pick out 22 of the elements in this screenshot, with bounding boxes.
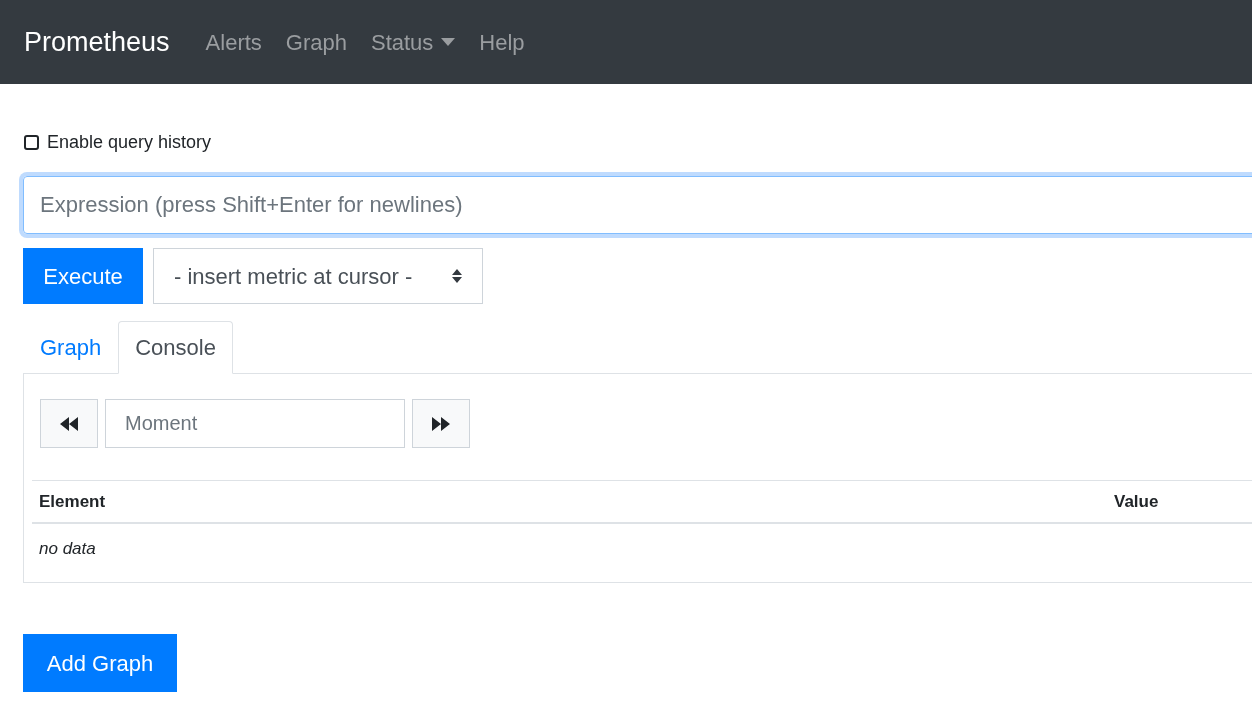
moment-field[interactable]: Moment (105, 399, 405, 448)
nav-link[interactable]: Alerts (205, 25, 262, 59)
caret-icon (441, 38, 456, 46)
nav-dropdown[interactable]: Status (371, 25, 456, 59)
nav-link[interactable]: Graph (285, 25, 347, 59)
nav-link[interactable]: Help (479, 25, 525, 59)
tab[interactable]: Graph (23, 321, 119, 374)
back-button[interactable] (40, 399, 98, 448)
rewind-icon (60, 416, 78, 431)
checkbox-label: Enable query history (47, 131, 212, 154)
column-header: Element (39, 490, 107, 513)
empty-message: no data (39, 539, 96, 558)
column-header: Value (1114, 490, 1159, 513)
metric-select[interactable]: - insert metric at cursor - (153, 248, 483, 304)
tab[interactable]: Console (118, 321, 233, 374)
brand-link[interactable]: Prometheus (24, 21, 170, 63)
add-graph-button[interactable]: Add Graph (23, 634, 177, 692)
history-checkbox[interactable] (24, 135, 39, 150)
execute-button[interactable]: Execute (23, 248, 143, 304)
fast-forward-icon (432, 416, 450, 431)
forward-button[interactable] (412, 399, 470, 448)
sort-icon (452, 268, 462, 284)
